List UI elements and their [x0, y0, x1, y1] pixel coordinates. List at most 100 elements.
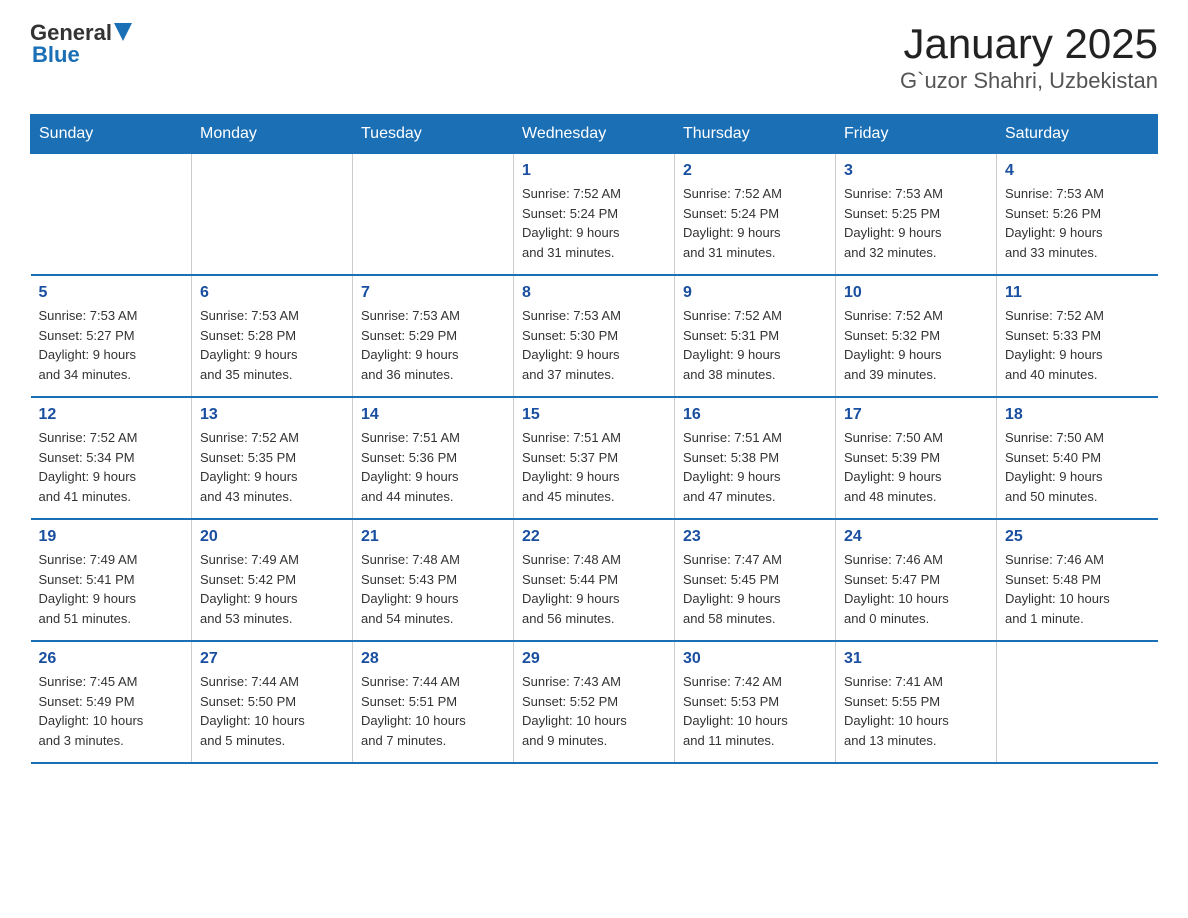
day-number: 19 [39, 528, 184, 546]
day-info: Sunrise: 7:45 AM Sunset: 5:49 PM Dayligh… [39, 672, 184, 750]
day-number: 17 [844, 406, 988, 424]
day-info: Sunrise: 7:52 AM Sunset: 5:34 PM Dayligh… [39, 428, 184, 506]
calendar-header-row: SundayMondayTuesdayWednesdayThursdayFrid… [31, 115, 1158, 154]
calendar-cell: 4 Sunrise: 7:53 AM Sunset: 5:26 PM Daylig… [997, 154, 1158, 276]
calendar-cell: 20 Sunrise: 7:49 AM Sunset: 5:42 PM Dayli… [192, 519, 353, 641]
calendar-cell: 23 Sunrise: 7:47 AM Sunset: 5:45 PM Dayli… [675, 519, 836, 641]
calendar-cell: 8Sunrise: 7:53 AM Sunset: 5:30 PM Daylig… [514, 275, 675, 397]
day-number: 22 [522, 528, 666, 546]
day-info: Sunrise: 7:52 AM Sunset: 5:32 PM Dayligh… [844, 306, 988, 384]
day-info: Sunrise: 7:53 AM Sunset: 5:28 PM Dayligh… [200, 306, 344, 384]
day-info: Sunrise: 7:50 AM Sunset: 5:40 PM Dayligh… [1005, 428, 1150, 506]
column-header-thursday: Thursday [675, 115, 836, 154]
day-number: 20 [200, 528, 344, 546]
day-number: 4 [1005, 162, 1150, 180]
calendar-cell: 11Sunrise: 7:52 AM Sunset: 5:33 PM Dayli… [997, 275, 1158, 397]
calendar-cell: 12 Sunrise: 7:52 AM Sunset: 5:34 PM Dayli… [31, 397, 192, 519]
day-info: Sunrise: 7:49 AM Sunset: 5:41 PM Dayligh… [39, 550, 184, 628]
calendar-cell: 27 Sunrise: 7:44 AM Sunset: 5:50 PM Dayli… [192, 641, 353, 763]
calendar-cell: 1 Sunrise: 7:52 AM Sunset: 5:24 PM Daylig… [514, 154, 675, 276]
calendar-cell: 19 Sunrise: 7:49 AM Sunset: 5:41 PM Dayli… [31, 519, 192, 641]
day-number: 23 [683, 528, 827, 546]
day-info: Sunrise: 7:48 AM Sunset: 5:43 PM Dayligh… [361, 550, 505, 628]
column-header-wednesday: Wednesday [514, 115, 675, 154]
day-number: 6 [200, 284, 344, 302]
title-block: January 2025 G`uzor Shahri, Uzbekistan [900, 20, 1158, 94]
day-number: 31 [844, 650, 988, 668]
calendar-cell: 31 Sunrise: 7:41 AM Sunset: 5:55 PM Dayli… [836, 641, 997, 763]
day-info: Sunrise: 7:49 AM Sunset: 5:42 PM Dayligh… [200, 550, 344, 628]
day-number: 3 [844, 162, 988, 180]
calendar-week-row: 12 Sunrise: 7:52 AM Sunset: 5:34 PM Dayli… [31, 397, 1158, 519]
calendar-cell: 29 Sunrise: 7:43 AM Sunset: 5:52 PM Dayli… [514, 641, 675, 763]
day-number: 8 [522, 284, 666, 302]
column-header-sunday: Sunday [31, 115, 192, 154]
day-number: 2 [683, 162, 827, 180]
day-number: 7 [361, 284, 505, 302]
calendar-cell: 16Sunrise: 7:51 AM Sunset: 5:38 PM Dayli… [675, 397, 836, 519]
calendar-cell: 14 Sunrise: 7:51 AM Sunset: 5:36 PM Dayli… [353, 397, 514, 519]
day-number: 1 [522, 162, 666, 180]
day-info: Sunrise: 7:50 AM Sunset: 5:39 PM Dayligh… [844, 428, 988, 506]
page-header: General Blue January 2025 G`uzor Shahri,… [30, 20, 1158, 94]
day-info: Sunrise: 7:52 AM Sunset: 5:35 PM Dayligh… [200, 428, 344, 506]
day-info: Sunrise: 7:51 AM Sunset: 5:37 PM Dayligh… [522, 428, 666, 506]
calendar-cell: 7Sunrise: 7:53 AM Sunset: 5:29 PM Daylig… [353, 275, 514, 397]
day-info: Sunrise: 7:53 AM Sunset: 5:26 PM Dayligh… [1005, 184, 1150, 262]
column-header-friday: Friday [836, 115, 997, 154]
day-number: 27 [200, 650, 344, 668]
day-number: 16 [683, 406, 827, 424]
calendar-cell: 18 Sunrise: 7:50 AM Sunset: 5:40 PM Dayli… [997, 397, 1158, 519]
day-info: Sunrise: 7:46 AM Sunset: 5:47 PM Dayligh… [844, 550, 988, 628]
day-info: Sunrise: 7:53 AM Sunset: 5:25 PM Dayligh… [844, 184, 988, 262]
calendar-cell: 6 Sunrise: 7:53 AM Sunset: 5:28 PM Daylig… [192, 275, 353, 397]
logo-triangle-icon [114, 23, 132, 41]
day-number: 13 [200, 406, 344, 424]
calendar-week-row: 19 Sunrise: 7:49 AM Sunset: 5:41 PM Dayli… [31, 519, 1158, 641]
day-info: Sunrise: 7:52 AM Sunset: 5:33 PM Dayligh… [1005, 306, 1150, 384]
calendar-cell: 3 Sunrise: 7:53 AM Sunset: 5:25 PM Daylig… [836, 154, 997, 276]
calendar-cell [31, 154, 192, 276]
calendar-cell [192, 154, 353, 276]
column-header-monday: Monday [192, 115, 353, 154]
day-number: 18 [1005, 406, 1150, 424]
calendar-cell: 24Sunrise: 7:46 AM Sunset: 5:47 PM Dayli… [836, 519, 997, 641]
column-header-saturday: Saturday [997, 115, 1158, 154]
day-number: 26 [39, 650, 184, 668]
calendar-cell: 15 Sunrise: 7:51 AM Sunset: 5:37 PM Dayli… [514, 397, 675, 519]
calendar-cell: 28Sunrise: 7:44 AM Sunset: 5:51 PM Dayli… [353, 641, 514, 763]
day-number: 21 [361, 528, 505, 546]
page-subtitle: G`uzor Shahri, Uzbekistan [900, 68, 1158, 94]
page-title: January 2025 [900, 20, 1158, 68]
calendar-cell: 21 Sunrise: 7:48 AM Sunset: 5:43 PM Dayli… [353, 519, 514, 641]
day-number: 12 [39, 406, 184, 424]
day-info: Sunrise: 7:47 AM Sunset: 5:45 PM Dayligh… [683, 550, 827, 628]
calendar-table: SundayMondayTuesdayWednesdayThursdayFrid… [30, 114, 1158, 764]
day-number: 14 [361, 406, 505, 424]
day-number: 30 [683, 650, 827, 668]
day-number: 29 [522, 650, 666, 668]
calendar-week-row: 26 Sunrise: 7:45 AM Sunset: 5:49 PM Dayli… [31, 641, 1158, 763]
calendar-cell: 22 Sunrise: 7:48 AM Sunset: 5:44 PM Dayli… [514, 519, 675, 641]
day-info: Sunrise: 7:52 AM Sunset: 5:24 PM Dayligh… [522, 184, 666, 262]
day-info: Sunrise: 7:48 AM Sunset: 5:44 PM Dayligh… [522, 550, 666, 628]
calendar-cell: 30Sunrise: 7:42 AM Sunset: 5:53 PM Dayli… [675, 641, 836, 763]
day-number: 15 [522, 406, 666, 424]
calendar-cell: 26 Sunrise: 7:45 AM Sunset: 5:49 PM Dayli… [31, 641, 192, 763]
day-info: Sunrise: 7:46 AM Sunset: 5:48 PM Dayligh… [1005, 550, 1150, 628]
calendar-cell: 13 Sunrise: 7:52 AM Sunset: 5:35 PM Dayli… [192, 397, 353, 519]
day-number: 10 [844, 284, 988, 302]
calendar-week-row: 5Sunrise: 7:53 AM Sunset: 5:27 PM Daylig… [31, 275, 1158, 397]
day-info: Sunrise: 7:43 AM Sunset: 5:52 PM Dayligh… [522, 672, 666, 750]
logo-blue: Blue [32, 42, 80, 68]
calendar-cell [353, 154, 514, 276]
calendar-week-row: 1 Sunrise: 7:52 AM Sunset: 5:24 PM Daylig… [31, 154, 1158, 276]
day-number: 5 [39, 284, 184, 302]
day-info: Sunrise: 7:44 AM Sunset: 5:50 PM Dayligh… [200, 672, 344, 750]
day-info: Sunrise: 7:41 AM Sunset: 5:55 PM Dayligh… [844, 672, 988, 750]
day-info: Sunrise: 7:51 AM Sunset: 5:36 PM Dayligh… [361, 428, 505, 506]
calendar-cell: 17 Sunrise: 7:50 AM Sunset: 5:39 PM Dayli… [836, 397, 997, 519]
logo: General Blue [30, 20, 132, 68]
calendar-cell: 10 Sunrise: 7:52 AM Sunset: 5:32 PM Dayli… [836, 275, 997, 397]
calendar-cell [997, 641, 1158, 763]
